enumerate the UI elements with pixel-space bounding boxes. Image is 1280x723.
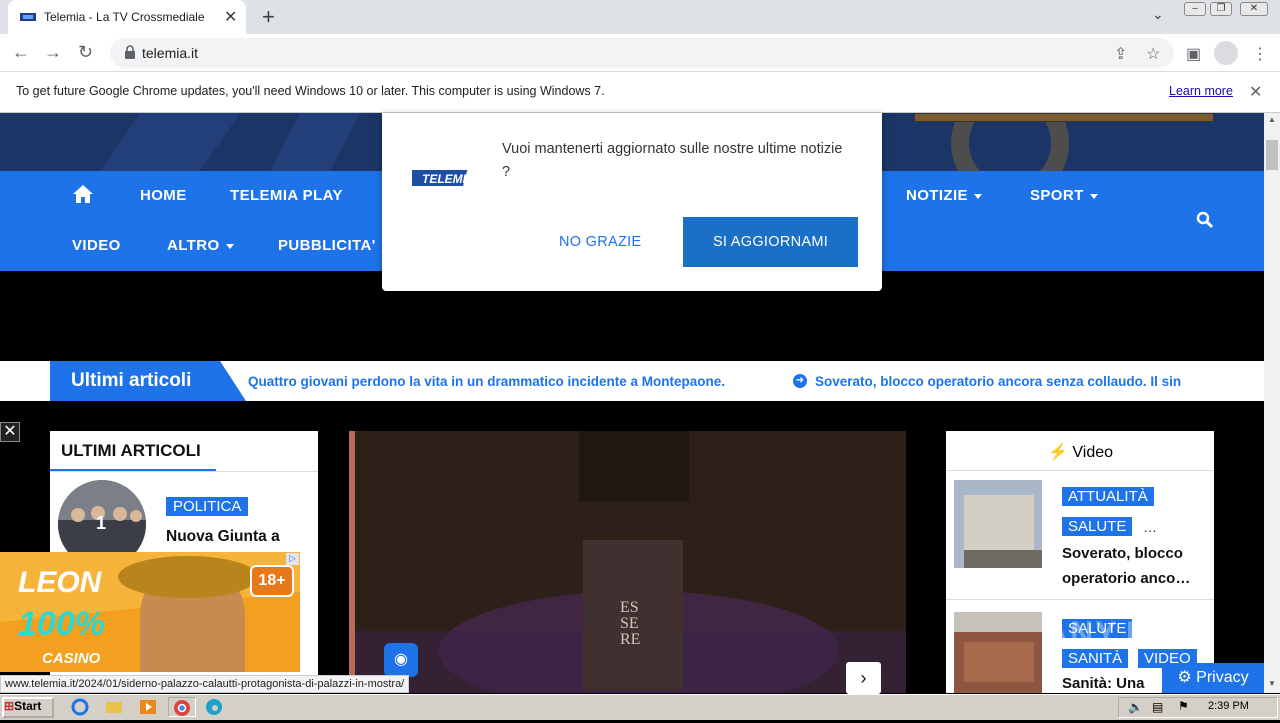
svg-text:TELEMIA: TELEMIA [422,172,472,186]
ad-info-icon[interactable]: ▷ [286,553,299,565]
infobar-close-icon[interactable]: ✕ [1249,82,1262,102]
article-thumbnail[interactable] [954,480,1042,568]
ie-icon[interactable] [70,697,92,717]
edge-icon[interactable] [204,697,226,717]
nav-altro-label: ALTRO [167,237,220,254]
privacy-label: Privacy [1196,669,1249,686]
title-underline [50,469,216,471]
nav-notizie-label: NOTIZIE [906,187,968,204]
nav-sport-label: SPORT [1030,187,1084,204]
tab-search-chevron-icon[interactable]: ⌄ [1152,6,1164,23]
lightning-icon: ⚡ [1048,444,1068,461]
nav-sport[interactable]: SPORT [1030,187,1098,204]
nav-video[interactable]: VIDEO [72,237,121,254]
arrow-circle-right-icon: ➜ [793,374,807,388]
ticker-item[interactable]: Soverato, blocco operatorio ancora senza… [815,374,1215,389]
image-accent-bar [349,431,355,693]
banner-text: ES SE RE [620,599,641,648]
tab-close-icon[interactable]: ✕ [224,7,237,27]
ticker-item[interactable]: Quattro giovani perdono la vita in un dr… [248,374,725,389]
learn-more-link[interactable]: Learn more [1169,84,1233,98]
badge-overflow: … [1143,519,1157,535]
nav-altro[interactable]: ALTRO [167,237,234,254]
home-icon[interactable] [72,184,94,209]
category-badge[interactable]: POLITICA [166,497,249,516]
ad-brand: LEON [18,566,102,599]
search-icon[interactable] [1196,211,1214,234]
chrome-icon[interactable] [168,697,196,717]
forward-arrow-icon[interactable]: → [44,42,62,63]
reload-icon[interactable]: ↻ [78,42,93,63]
url-text[interactable]: telemia.it [142,45,198,61]
chevron-down-icon [1089,193,1098,199]
start-button[interactable]: ⊞Start [2,697,54,718]
restore-button[interactable]: ❐ [1210,2,1232,16]
header-ad-strip[interactable] [914,113,1214,122]
network-icon[interactable]: ▤ [1152,700,1163,714]
clock: 2:39 PM [1208,700,1249,712]
flag-icon[interactable]: ⚑ [1178,699,1189,713]
new-tab-button[interactable]: + [262,4,275,30]
status-url: www.telemia.it/2024/01/siderno-palazzo-c… [0,675,410,693]
windows-logo-icon: ⊞ [4,699,15,713]
browser-tab[interactable]: Telemia - La TV Crossmediale ✕ [8,0,246,34]
page-scrollbar[interactable] [1264,113,1280,693]
share-icon[interactable]: ⇪ [1114,44,1127,64]
infobar-message: To get future Google Chrome updates, you… [16,84,605,98]
menu-kebab-icon[interactable]: ⋮ [1252,44,1268,64]
media-player-icon[interactable] [138,697,160,717]
nav-notizie[interactable]: NOTIZIE [906,187,982,204]
scroll-up-icon[interactable]: ▲ [1268,115,1276,124]
bookmark-star-icon[interactable]: ☆ [1146,44,1160,64]
profile-avatar-icon[interactable] [1214,41,1238,65]
folder-icon[interactable] [104,697,126,717]
divider [946,599,1214,600]
article-headline[interactable]: Nuova Giunta a [166,528,280,546]
category-badge[interactable]: ATTUALITÀ [1062,487,1154,506]
widget-title: ULTIMI ARTICOLI [61,441,201,460]
category-badge[interactable]: SALUTE [1062,517,1133,536]
chevron-down-icon [973,193,982,199]
nav-telemia-play[interactable]: TELEMIA PLAY [230,187,343,204]
video-widget-title: ⚡ Video [1048,442,1113,462]
divider [50,471,318,472]
tab-title: Telemia - La TV Crossmediale [44,10,205,24]
ticker-label: Ultimi articoli [71,370,192,391]
minimize-button[interactable]: – [1184,2,1206,16]
scrollbar-thumb[interactable] [1266,140,1278,170]
next-slide-chevron-icon[interactable]: › [846,662,881,694]
volume-icon[interactable]: 🔈 [1128,700,1143,714]
close-window-button[interactable]: ✕ [1240,2,1268,16]
article-headline[interactable]: Sanità: Una [1062,671,1145,696]
article-rank: 1 [96,513,107,533]
article-headline[interactable]: Soverato, blocco operatorio anco… [1062,541,1202,591]
address-bar[interactable] [110,38,1174,68]
chevron-down-icon [225,243,234,249]
nav-home[interactable]: HOME [140,187,187,204]
ad-offer: 100% [18,605,105,643]
widget-title: Video [1072,444,1114,461]
ad-hat-image [118,556,258,598]
camera-icon[interactable]: ◉ [384,643,418,677]
article-thumbnail[interactable] [954,612,1042,693]
start-label: Start [14,699,42,713]
modal-message: Vuoi mantenerti aggiornato sulle nostre … [502,141,843,180]
side-panel-icon[interactable]: ▣ [1186,44,1201,64]
nav-pubblicita[interactable]: PUBBLICITA' [278,237,376,254]
scroll-down-icon[interactable]: ▼ [1268,679,1276,688]
gear-icon: ⚙ [1177,669,1192,686]
back-arrow-icon[interactable]: ← [12,42,30,63]
accept-button[interactable]: SI AGGIORNAMI [683,217,858,267]
watermark: ANY.RUN [1045,615,1202,651]
ad-kind: CASINO [42,650,101,667]
close-ad-icon[interactable]: ✕ [0,422,20,442]
privacy-button[interactable]: ⚙ Privacy [1162,663,1264,693]
lock-icon[interactable] [124,45,136,59]
age-badge: 18+ [250,565,294,597]
telemia-favicon-icon [20,13,36,21]
telemia-logo: TELEMIA [412,170,472,186]
decline-button[interactable]: NO GRAZIE [559,234,641,250]
